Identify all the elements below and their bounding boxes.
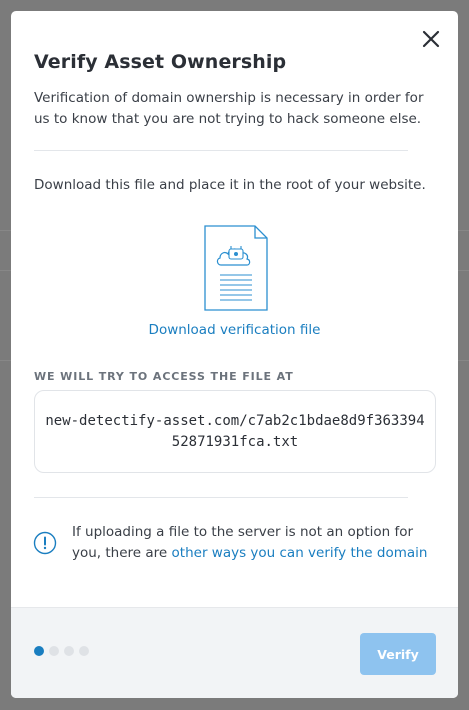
step-dot <box>79 646 89 656</box>
alternative-verification-note: If uploading a file to the server is not… <box>72 522 442 564</box>
info-icon <box>33 531 57 555</box>
modal-title: Verify Asset Ownership <box>34 51 287 73</box>
verify-button[interactable]: Verify <box>360 633 436 675</box>
download-instruction: Download this file and place it in the r… <box>34 177 426 193</box>
step-dot <box>64 646 74 656</box>
intro-text: Verification of domain ownership is nece… <box>34 90 424 127</box>
step-indicator <box>34 646 89 656</box>
divider <box>34 150 408 151</box>
step-dot-active <box>34 646 44 656</box>
verify-asset-modal: Verify Asset Ownership Verification of d… <box>11 11 458 698</box>
close-button[interactable] <box>419 27 443 51</box>
access-location-label: WE WILL TRY TO ACCESS THE FILE AT <box>34 370 294 383</box>
file-document-icon <box>204 225 268 311</box>
other-verification-ways-link[interactable]: other ways you can verify the domain <box>172 545 428 561</box>
download-verification-file-link[interactable]: Download verification file <box>11 322 458 338</box>
file-url-box: new-detectify-asset.com/c7ab2c1bdae8d9f3… <box>34 390 436 473</box>
close-icon <box>422 30 440 48</box>
modal-footer: Verify <box>11 607 458 698</box>
step-dot <box>49 646 59 656</box>
divider <box>34 497 408 498</box>
file-url: new-detectify-asset.com/c7ab2c1bdae8d9f3… <box>45 412 425 450</box>
